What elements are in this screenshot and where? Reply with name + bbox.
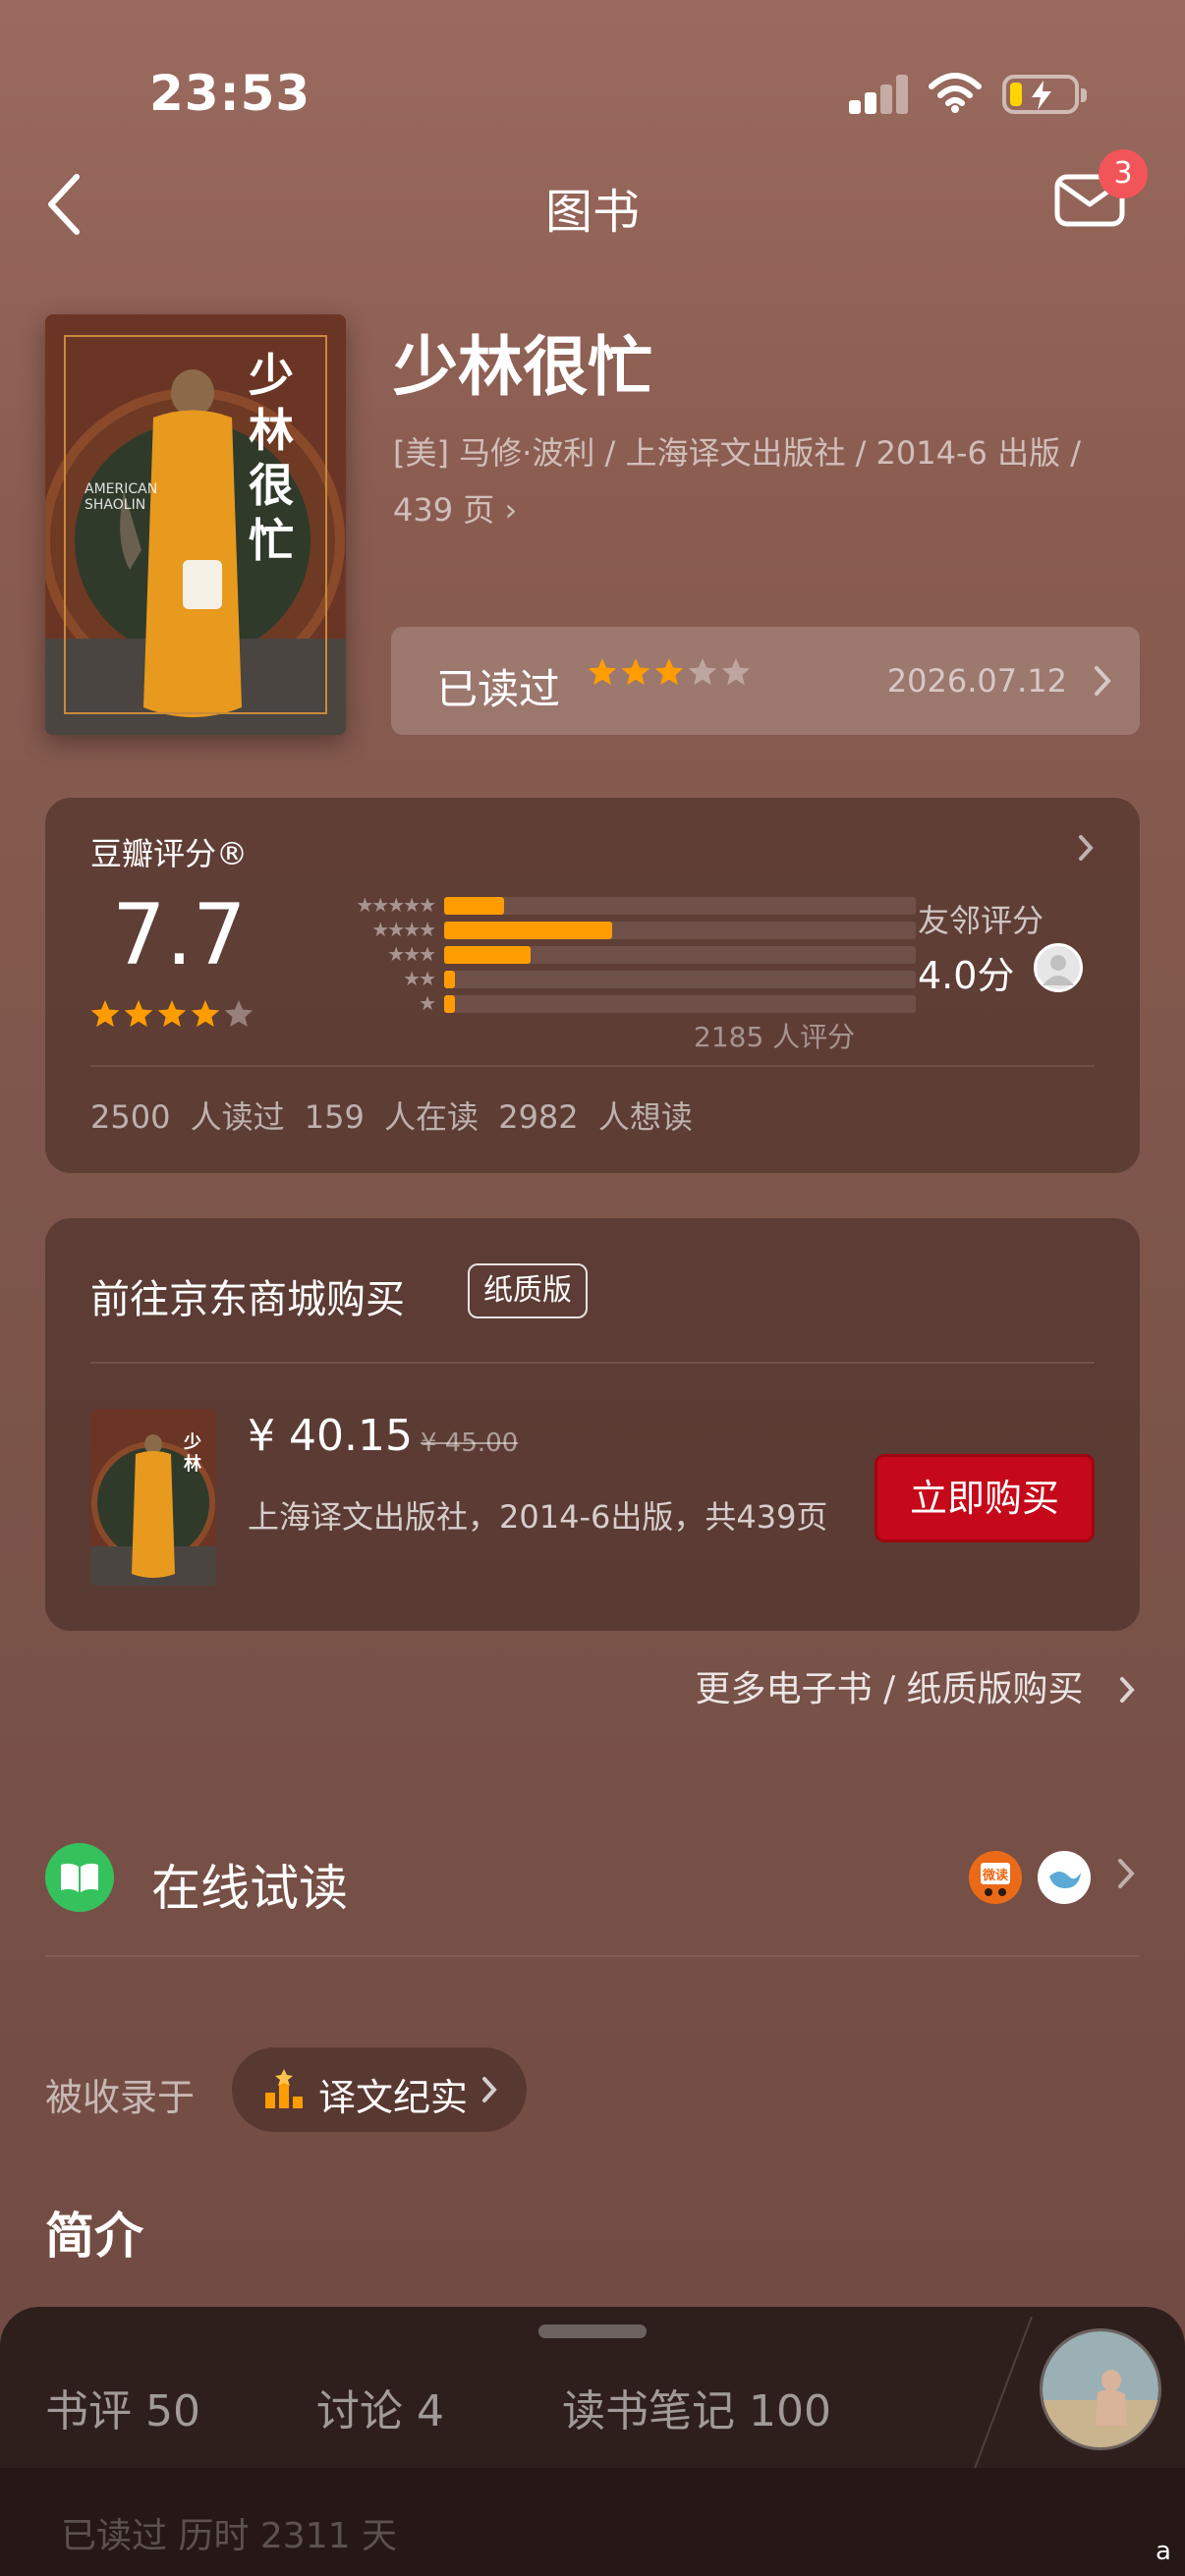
star-empty-icon — [224, 1000, 254, 1028]
svg-text:少: 少 — [183, 1432, 201, 1453]
distribution-stars-label: ★★ — [403, 967, 436, 990]
tab-reviews[interactable]: 书评 50 — [45, 2376, 200, 2438]
book-title: 少林很忙 — [393, 329, 652, 405]
home-indicator-text: a — [1156, 2537, 1171, 2566]
battery-icon — [1002, 75, 1087, 114]
status-time: 23:53 — [149, 65, 311, 122]
distribution-row: ★★★★ — [281, 919, 920, 942]
chevron-right-icon — [1120, 1677, 1135, 1703]
distribution-bar — [444, 897, 504, 915]
distribution-row: ★★★★★ — [281, 894, 920, 918]
rating-score: 7.7 — [112, 886, 247, 984]
star-empty-icon — [688, 658, 717, 686]
distribution-row: ★ — [281, 992, 920, 1016]
distribution-stars-label: ★★★★ — [371, 918, 436, 941]
edition-tag: 纸质版 — [468, 1263, 588, 1318]
buy-description: 上海译文出版社，2014-6出版，共439页 — [248, 1498, 828, 1536]
chevron-right-icon — [1095, 666, 1111, 696]
wave-source-icon[interactable] — [1038, 1851, 1091, 1904]
star-filled-icon — [621, 658, 650, 686]
reading-status-label: 已读过 — [436, 665, 561, 713]
book-meta-text: [美] 马修·波利 / 上海译文出版社 / 2014-6 出版 / 439 页 — [393, 434, 1082, 529]
rating-distribution: ★★★★★ ★★★★ ★★★ ★★ ★ — [281, 894, 920, 1017]
star-filled-icon — [588, 658, 617, 686]
star-filled-icon — [90, 1000, 120, 1028]
more-purchase-link[interactable]: 更多电子书 / 纸质版购买 — [696, 1660, 1136, 1711]
divider — [90, 1362, 1095, 1364]
chevron-right-icon: › — [504, 491, 518, 529]
distribution-track — [444, 995, 916, 1013]
distribution-row: ★★ — [281, 968, 920, 991]
intro-title: 简介 — [45, 2208, 143, 2265]
ranking-icon — [265, 2069, 303, 2108]
distribution-bar — [444, 946, 532, 964]
cover-subtitle: AMERICAN SHAOLIN — [85, 481, 158, 513]
wifi-icon — [929, 73, 982, 113]
distribution-stars-label: ★ — [419, 991, 436, 1015]
distribution-row: ★★★ — [281, 943, 920, 967]
distribution-track — [444, 971, 916, 988]
distribution-stars-label: ★★★ — [387, 942, 436, 966]
distribution-track — [444, 946, 916, 964]
online-read-label[interactable]: 在线试读 — [151, 1849, 348, 1920]
cellular-signal-icon — [849, 73, 908, 114]
distribution-track — [444, 897, 916, 915]
read-stats: 2500 人读过 159 人在读 2982 人想读 — [90, 1098, 693, 1136]
friend-rating-score: 4.0分 — [918, 954, 1015, 997]
reading-source-icon[interactable]: 微读 — [969, 1851, 1022, 1904]
svg-text:林: 林 — [184, 1453, 201, 1475]
distribution-track — [444, 922, 916, 939]
reading-status-card[interactable]: 已读过 2026.07.12 — [391, 627, 1140, 735]
friend-avatar[interactable] — [1034, 943, 1083, 992]
average-rating-stars — [90, 1000, 254, 1034]
distribution-stars-label: ★★★★★ — [356, 893, 436, 917]
buy-title: 前往京东商城购买 — [90, 1277, 405, 1322]
star-filled-icon — [124, 1000, 153, 1028]
tab-reading-notes[interactable]: 读书笔记 100 — [562, 2376, 831, 2438]
divider — [972, 2317, 1033, 2474]
douban-rating-card[interactable]: 豆瓣评分® 7.7 ★★★★★ ★★★★ ★★★ ★★ ★ 2185 人评分 友邻评分 … — [45, 798, 1140, 1173]
divider — [90, 1065, 1095, 1067]
chevron-right-icon — [1079, 835, 1094, 861]
buy-price: ¥ 40.15 — [248, 1411, 413, 1461]
reading-summary-text: 已读过 历时 2311 天 — [61, 2516, 397, 2556]
star-filled-icon — [654, 658, 684, 686]
friend-rating-label: 友邻评分 — [918, 902, 1044, 939]
user-avatar[interactable] — [1040, 2328, 1161, 2450]
reading-summary-bar[interactable]: 已读过 历时 2311 天 — [0, 2468, 1185, 2576]
star-filled-icon — [191, 1000, 220, 1028]
buy-book-thumbnail[interactable]: 少 林 — [90, 1409, 216, 1586]
book-open-icon — [45, 1843, 114, 1912]
svg-text:微读: 微读 — [982, 1868, 1008, 1883]
collected-in-label: 被收录于 — [45, 2076, 196, 2119]
chevron-right-icon[interactable] — [1116, 1857, 1136, 1890]
collection-name: 译文纪实 — [318, 2076, 469, 2119]
page-title: 图书 — [544, 185, 640, 240]
book-meta[interactable]: [美] 马修·波利 / 上海译文出版社 / 2014-6 出版 / 439 页 … — [393, 424, 1120, 538]
cover-title: 少林很忙 — [249, 349, 294, 567]
original-price: ¥ 45.00 — [421, 1428, 519, 1458]
drag-handle[interactable] — [538, 2324, 647, 2338]
star-filled-icon — [157, 1000, 187, 1028]
distribution-bar — [444, 922, 613, 939]
reading-date: 2026.07.12 — [886, 662, 1067, 700]
book-cover[interactable]: 少林很忙 AMERICAN SHAOLIN — [45, 314, 346, 735]
collection-chip[interactable]: 译文纪实 — [232, 2047, 527, 2132]
bottom-sheet[interactable]: 书评 50 讨论 4 读书笔记 100 已读过 历时 2311 天 — [0, 2307, 1185, 2576]
more-purchase-label: 更多电子书 / 纸质版购买 — [695, 1669, 1084, 1709]
buy-card: 前往京东商城购买 纸质版 少 林 ¥ 40.15 ¥ 45.00 上海译文出版社… — [45, 1218, 1140, 1631]
buy-now-button[interactable]: 立即购买 — [875, 1454, 1095, 1542]
divider — [45, 1955, 1140, 1957]
distribution-bar — [444, 995, 456, 1013]
tab-discussions[interactable]: 讨论 4 — [316, 2376, 444, 2438]
notification-badge: 3 — [1099, 149, 1148, 198]
distribution-bar — [444, 971, 456, 988]
user-rating-stars — [588, 658, 751, 692]
rating-header: 豆瓣评分® — [90, 835, 249, 872]
chevron-right-icon — [482, 2077, 497, 2102]
star-empty-icon — [721, 658, 751, 686]
rating-count: 2185 人评分 — [694, 1021, 856, 1053]
